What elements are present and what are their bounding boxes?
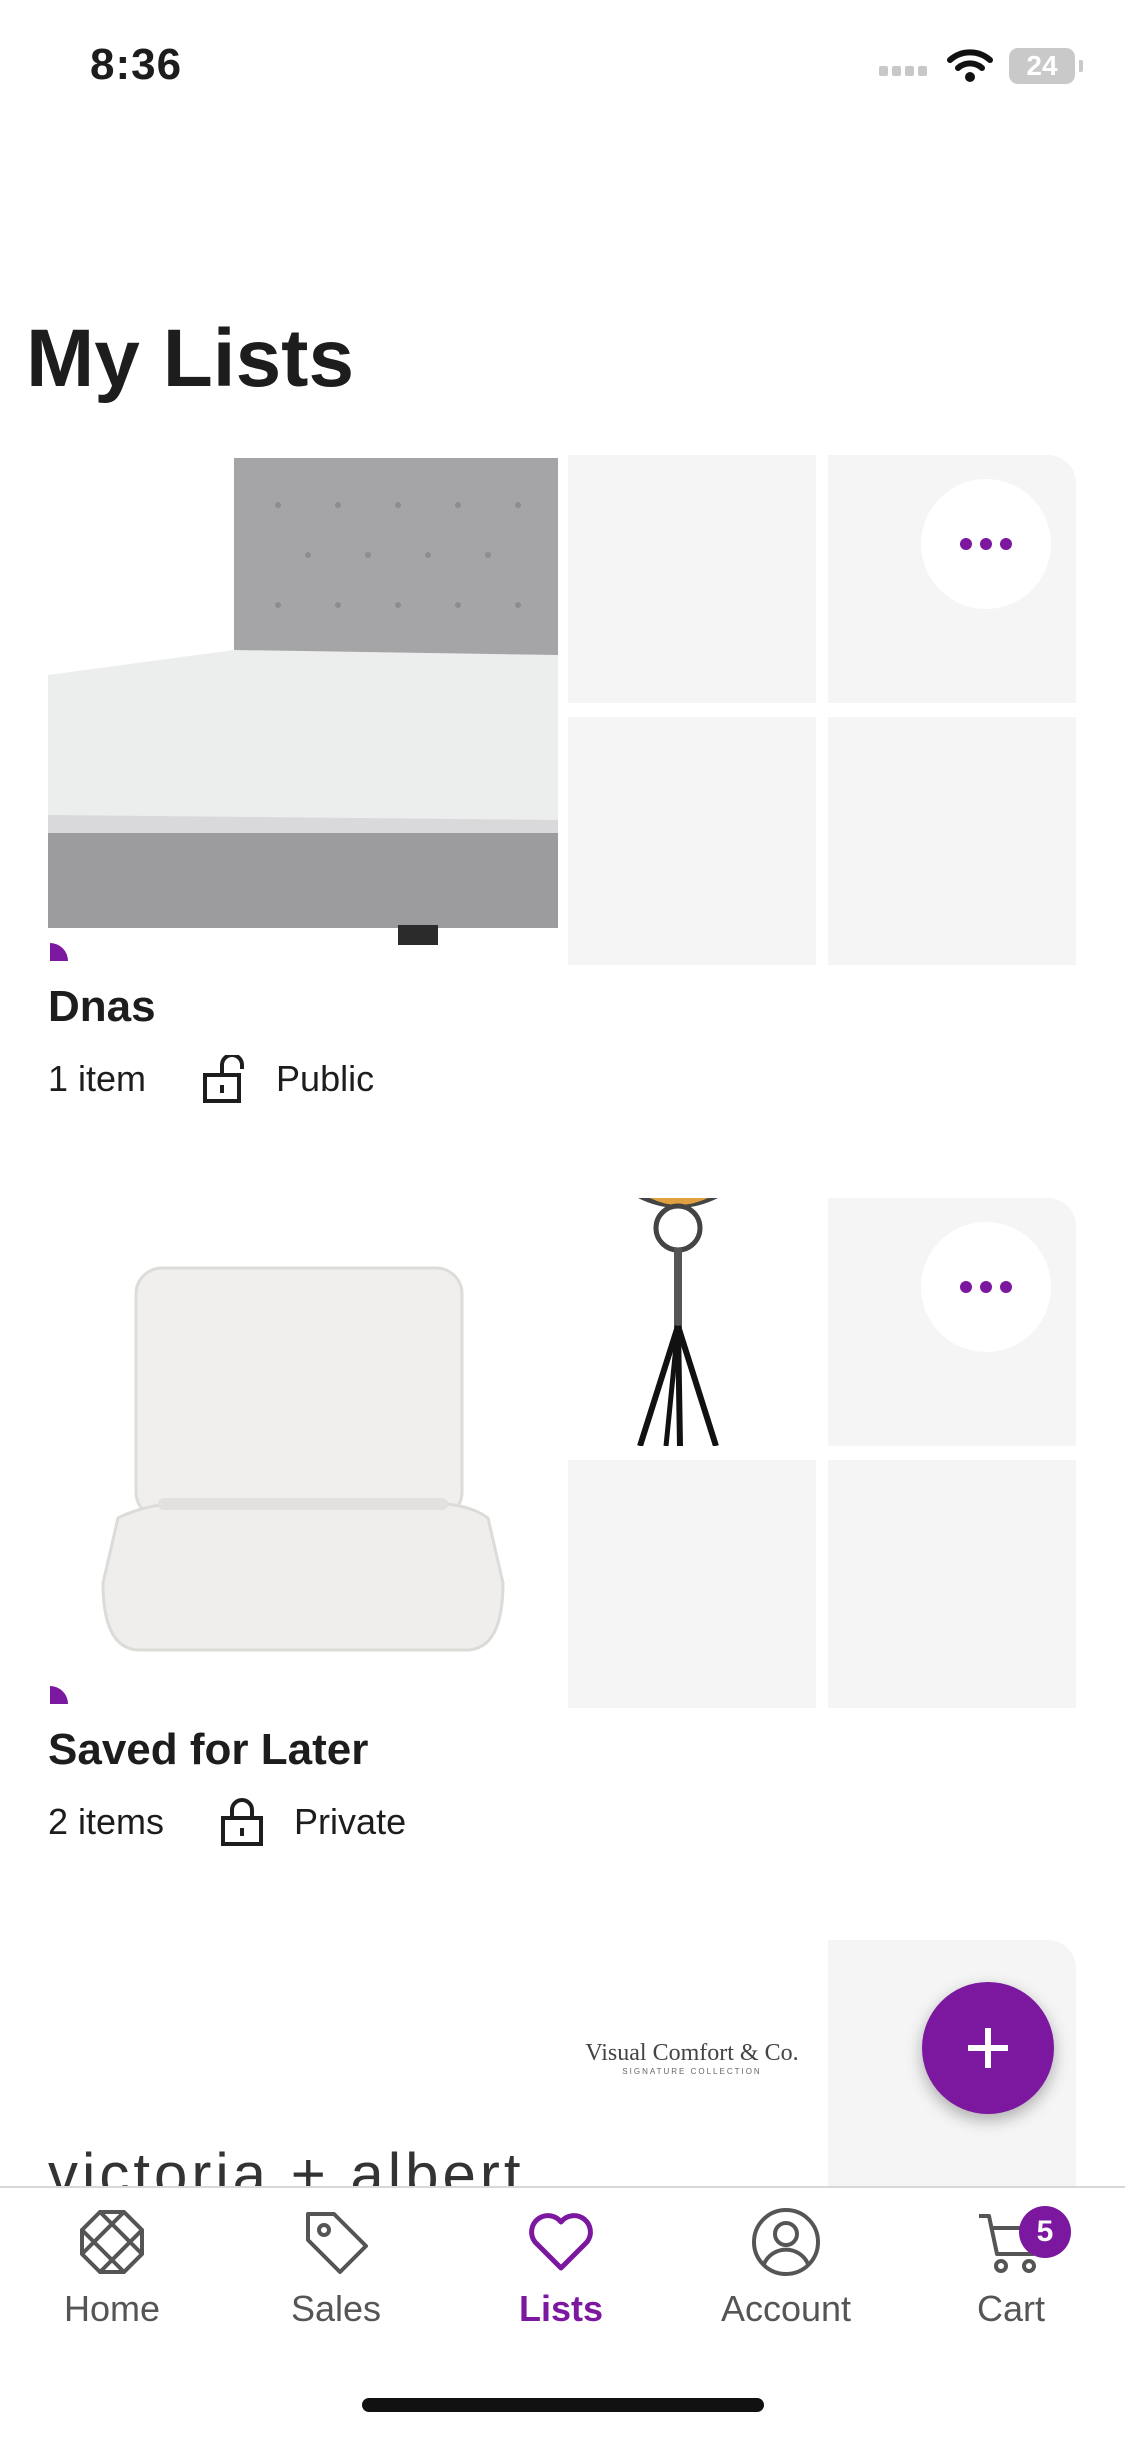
- battery-icon: 24: [1009, 48, 1083, 84]
- list-item-count: 1 item: [48, 1058, 147, 1099]
- brand-victoria-albert: victoria + albert: [48, 2141, 525, 2186]
- floor-lamp-image: [637, 1198, 719, 1446]
- list-name: Saved for Later: [48, 1725, 369, 1774]
- page-title: My Lists: [26, 313, 355, 404]
- bed-image: [48, 458, 558, 945]
- more-dots-icon: [960, 1281, 972, 1293]
- cushion-image: [101, 1266, 505, 1652]
- list-thumb-empty: [568, 455, 816, 703]
- list-meta: 1 item Public: [48, 1055, 374, 1103]
- home-icon: [80, 2210, 144, 2274]
- nav-cart-label: Cart: [976, 2288, 1045, 2329]
- plus-icon: [968, 2028, 1008, 2068]
- list-meta: 2 items Private: [48, 1798, 406, 1846]
- tag-icon: [306, 2212, 368, 2274]
- list-thumb-empty: [568, 717, 816, 965]
- add-list-button[interactable]: [922, 1982, 1054, 2114]
- list-main-image-bed: [48, 455, 558, 965]
- nav-account[interactable]: Account: [686, 2206, 886, 2330]
- nav-lists-label: Lists: [518, 2288, 604, 2329]
- list-name: Dnas: [48, 982, 156, 1031]
- more-dot: [1000, 538, 1012, 550]
- list-thumb-empty: [828, 717, 1076, 965]
- status-icons: 24: [879, 48, 1083, 84]
- wifi-icon: [947, 49, 993, 82]
- list-card-dnas[interactable]: Dnas 1 item Public: [0, 455, 1125, 1115]
- list-visibility: Private: [294, 1801, 407, 1842]
- nav-home-label: Home: [63, 2288, 161, 2329]
- brand-visual-comfort-sub: SIGNATURE COLLECTION: [622, 2067, 762, 2076]
- list-thumb-empty: [568, 1460, 816, 1708]
- cart-count-badge: 5: [1019, 2206, 1071, 2258]
- brand-visual-comfort: Visual Comfort & Co. SIGNATURE COLLECTIO…: [568, 2040, 816, 2076]
- nav-sales-label: Sales: [290, 2288, 382, 2329]
- list-thumb-empty: [828, 1460, 1076, 1708]
- more-dot: [980, 538, 992, 550]
- status-time: 8:36: [90, 40, 183, 89]
- unlock-icon: [203, 1055, 245, 1103]
- signal-icon: [879, 66, 927, 76]
- list-thumb-floor-lamp: [568, 1198, 816, 1446]
- nav-cart[interactable]: Cart 5: [911, 2206, 1111, 2330]
- nav-sales[interactable]: Sales: [236, 2206, 436, 2330]
- more-dot: [1000, 1281, 1012, 1293]
- nav-home[interactable]: Home: [12, 2206, 212, 2330]
- home-indicator: [362, 2398, 764, 2412]
- brand-visual-comfort-name: Visual Comfort & Co.: [585, 2040, 799, 2066]
- list-more-button[interactable]: [921, 1222, 1051, 1352]
- more-dot: [980, 1281, 992, 1293]
- account-icon: [752, 2208, 820, 2276]
- list-card-saved-for-later[interactable]: Saved for Later 2 items Private: [0, 1198, 1125, 1858]
- list-item-count: 2 items: [48, 1801, 165, 1842]
- list-visibility: Public: [276, 1058, 375, 1099]
- more-dots-icon: [960, 538, 972, 550]
- heart-icon: [529, 2213, 593, 2271]
- list-more-button[interactable]: [921, 479, 1051, 609]
- nav-lists[interactable]: Lists: [461, 2206, 661, 2330]
- lock-icon: [221, 1798, 264, 1846]
- list-main-image-cushion: [48, 1198, 558, 1708]
- nav-account-label: Account: [720, 2288, 852, 2329]
